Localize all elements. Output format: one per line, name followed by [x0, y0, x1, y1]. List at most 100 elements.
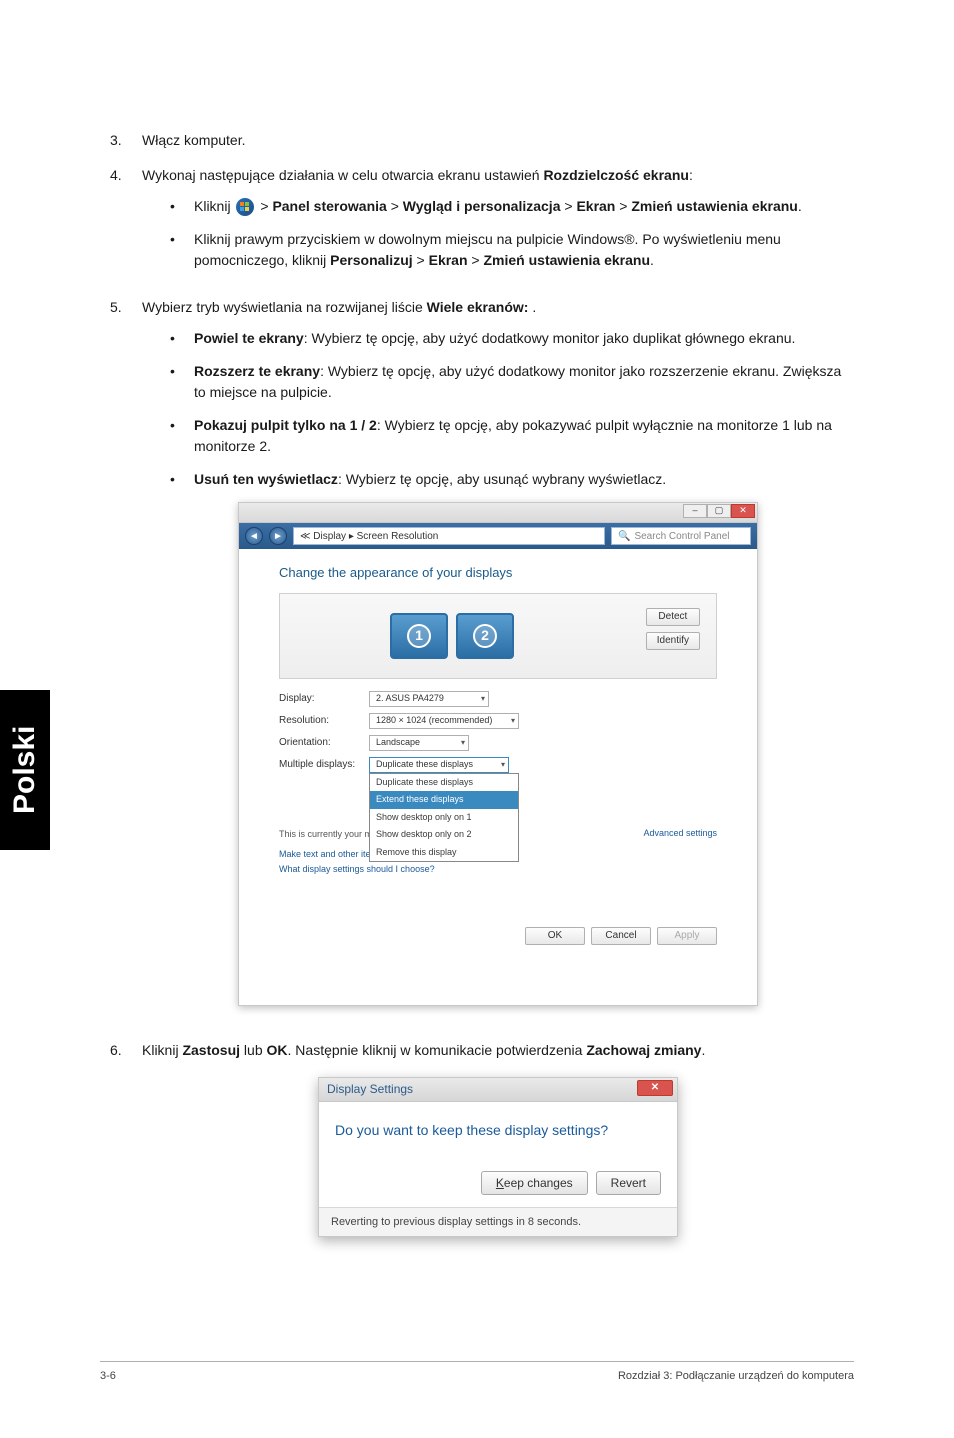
bullet: • [170, 415, 194, 457]
bullet: • [170, 469, 194, 490]
ok-button[interactable]: OK [525, 927, 585, 945]
tail: . [528, 299, 536, 315]
mnemonic: K [496, 1174, 504, 1192]
substep: Kliknij > Panel sterowania > Wygląd i pe… [194, 196, 802, 217]
main-list: 3. Włącz komputer. 4. Wykonaj następując… [110, 130, 854, 1237]
close-button[interactable]: ✕ [637, 1080, 673, 1096]
bold-term: Rozdzielczość ekranu [543, 167, 689, 183]
bold-term: Zmień ustawienia ekranu [484, 252, 651, 268]
monitor-number: 1 [407, 624, 431, 648]
document-page: 3. Włącz komputer. 4. Wykonaj następując… [0, 0, 954, 1438]
text: : Wybierz tę opcję, aby usunąć wybrany w… [338, 471, 666, 487]
step-text: Wykonaj następujące działania w celu otw… [142, 167, 543, 183]
display-settings-dialog: Display Settings ✕ Do you want to keep t… [318, 1077, 678, 1238]
gt: > [387, 198, 403, 214]
countdown-text: Reverting to previous display settings i… [319, 1207, 677, 1237]
substep: Usuń ten wyświetlacz: Wybierz tę opcję, … [194, 469, 666, 490]
step-text: Wybierz tryb wyświetlania na rozwijanej … [142, 299, 427, 315]
advanced-settings-link[interactable]: Advanced settings [643, 827, 717, 841]
step-text: Włącz komputer. [142, 130, 854, 151]
display-select[interactable]: 2. ASUS PA4279 [369, 691, 489, 707]
page-footer: 3-6 Rozdział 3: Podłączanie urządzeń do … [100, 1361, 854, 1382]
text: lub [240, 1042, 266, 1058]
step-number: 3. [110, 130, 142, 151]
apply-button[interactable]: Apply [657, 927, 717, 945]
text: . Następnie kliknij w komunikacie potwie… [288, 1042, 587, 1058]
gt: > [468, 252, 484, 268]
monitor-preview[interactable]: 1 2 Detect Identify [279, 593, 717, 679]
screen-resolution-window: – ▢ ✕ ◄ ► ≪ Display ▸ Screen Resolution … [238, 502, 758, 1006]
cancel-button[interactable]: Cancel [591, 927, 651, 945]
orientation-select[interactable]: Landscape [369, 735, 469, 751]
bold-term: Zachowaj zmiany [586, 1042, 701, 1058]
dropdown-option[interactable]: Remove this display [370, 844, 518, 862]
substep: Pokazuj pulpit tylko na 1 / 2: Wybierz t… [194, 415, 854, 457]
multiple-displays-dropdown: Duplicate these displays Extend these di… [369, 773, 519, 863]
colon: : [689, 167, 693, 183]
gt: > [615, 198, 631, 214]
forward-button[interactable]: ► [269, 527, 287, 545]
page-heading: Change the appearance of your displays [279, 563, 717, 583]
gt: > [560, 198, 576, 214]
bold-term: Powiel te ekrany [194, 330, 304, 346]
search-input[interactable]: 🔍 Search Control Panel [611, 527, 751, 545]
help-link[interactable]: What display settings should I choose? [279, 863, 717, 877]
monitor-2[interactable]: 2 [456, 613, 514, 659]
gt: > [256, 198, 272, 214]
resolution-label: Resolution: [279, 713, 369, 728]
dialog-titlebar: Display Settings ✕ [319, 1078, 677, 1102]
orientation-label: Orientation: [279, 735, 369, 750]
monitor-1[interactable]: 1 [390, 613, 448, 659]
dropdown-option[interactable]: Extend these displays [370, 791, 518, 809]
breadcrumb[interactable]: ≪ Display ▸ Screen Resolution [293, 527, 605, 545]
text: Kliknij [194, 198, 234, 214]
keep-changes-button[interactable]: Keep changes [481, 1171, 588, 1195]
multiple-displays-select[interactable]: Duplicate these displays [369, 757, 509, 773]
dropdown-option[interactable]: Show desktop only on 1 [370, 809, 518, 827]
dialog-message: Do you want to keep these display settin… [319, 1102, 677, 1171]
search-icon: 🔍 [618, 529, 630, 544]
display-label: Display: [279, 691, 369, 706]
gt: > [413, 252, 429, 268]
bold-term: Ekran [429, 252, 468, 268]
dropdown-option[interactable]: Show desktop only on 2 [370, 826, 518, 844]
substep: Rozszerz te ekrany: Wybierz tę opcję, ab… [194, 361, 854, 403]
text: : Wybierz tę opcję, aby użyć dodatkowy m… [304, 330, 796, 346]
identify-button[interactable]: Identify [646, 632, 700, 650]
bold-term: Pokazuj pulpit tylko na 1 / 2 [194, 417, 377, 433]
page-number: 3-6 [100, 1370, 116, 1382]
bold-term: Panel sterowania [272, 198, 386, 214]
minimize-button[interactable]: – [683, 504, 707, 518]
close-button[interactable]: ✕ [731, 504, 755, 518]
bold-term: Zmień ustawienia ekranu [631, 198, 798, 214]
step-number: 5. [110, 297, 142, 1026]
bold-term: Wiele ekranów: [427, 299, 529, 315]
bullet: • [170, 229, 194, 271]
dropdown-option[interactable]: Duplicate these displays [370, 774, 518, 792]
bold-term: Zastosuj [182, 1042, 240, 1058]
window-titlebar: – ▢ ✕ [239, 503, 757, 523]
monitor-number: 2 [473, 624, 497, 648]
bold-term: Ekran [576, 198, 615, 214]
text: Kliknij [142, 1042, 182, 1058]
multiple-displays-label: Multiple displays: [279, 757, 369, 772]
maximize-button[interactable]: ▢ [707, 504, 731, 518]
resolution-select[interactable]: 1280 × 1024 (recommended) [369, 713, 519, 729]
button-label: eep changes [504, 1174, 573, 1192]
revert-button[interactable]: Revert [596, 1171, 661, 1195]
bold-term: Wygląd i personalizacja [403, 198, 561, 214]
search-placeholder: Search Control Panel [634, 529, 729, 544]
bullet: • [170, 361, 194, 403]
bold-term: Rozszerz te ekrany [194, 363, 320, 379]
start-orb-icon [236, 198, 254, 216]
step-number: 4. [110, 165, 142, 283]
bold-term: OK [267, 1042, 288, 1058]
detect-button[interactable]: Detect [646, 608, 700, 626]
back-button[interactable]: ◄ [245, 527, 263, 545]
substep: Powiel te ekrany: Wybierz tę opcję, aby … [194, 328, 795, 349]
step-number: 6. [110, 1040, 142, 1238]
bullet: • [170, 328, 194, 349]
address-bar: ◄ ► ≪ Display ▸ Screen Resolution 🔍 Searc… [239, 523, 757, 549]
substep: Kliknij prawym przyciskiem w dowolnym mi… [194, 229, 854, 271]
bold-term: Usuń ten wyświetlacz [194, 471, 338, 487]
